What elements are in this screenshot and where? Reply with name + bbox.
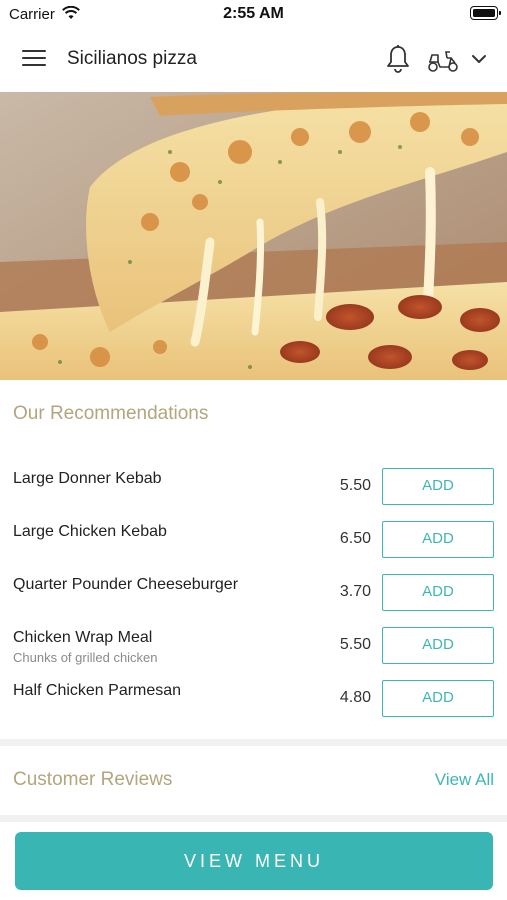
item-name: Large Chicken Kebab xyxy=(13,523,167,540)
item-name: Quarter Pounder Cheeseburger xyxy=(13,576,239,593)
recommendations-list: Large Donner Kebab 5.50 ADD Large Chicke… xyxy=(0,460,507,725)
bottom-bar: VIEW MENU xyxy=(0,822,507,900)
item-description: Chunks of grilled chicken xyxy=(13,650,158,665)
list-item: Quarter Pounder Cheeseburger 3.70 ADD xyxy=(0,566,507,619)
list-item: Chicken Wrap Meal Chunks of grilled chic… xyxy=(0,619,507,672)
hero-image xyxy=(0,92,507,380)
view-all-link[interactable]: View All xyxy=(435,770,494,790)
add-button[interactable]: ADD xyxy=(382,521,494,558)
recommendations-title: Our Recommendations xyxy=(13,403,209,424)
item-price: 6.50 xyxy=(339,530,371,547)
chevron-down-icon[interactable] xyxy=(470,50,488,68)
item-price: 3.70 xyxy=(339,583,371,600)
item-name: Half Chicken Parmesan xyxy=(13,682,182,699)
list-item: Half Chicken Parmesan 4.80 ADD xyxy=(0,672,507,725)
bell-icon[interactable] xyxy=(384,44,412,74)
add-button[interactable]: ADD xyxy=(382,468,494,505)
item-price: 5.50 xyxy=(339,477,371,494)
section-divider xyxy=(0,815,507,822)
add-button[interactable]: ADD xyxy=(382,574,494,611)
menu-icon[interactable] xyxy=(22,50,46,70)
section-divider xyxy=(0,739,507,746)
battery-icon xyxy=(470,6,501,20)
view-menu-button[interactable]: VIEW MENU xyxy=(15,832,493,890)
reviews-title: Customer Reviews xyxy=(13,769,173,790)
scooter-icon[interactable] xyxy=(426,46,460,74)
item-name: Chicken Wrap Meal xyxy=(13,629,153,646)
list-item: Large Chicken Kebab 6.50 ADD xyxy=(0,513,507,566)
item-price: 4.80 xyxy=(339,689,371,706)
app-header: Sicilianos pizza xyxy=(0,28,507,92)
item-name: Large Donner Kebab xyxy=(13,470,162,487)
list-item: Large Donner Kebab 5.50 ADD xyxy=(0,460,507,513)
item-price: 5.50 xyxy=(339,636,371,653)
page-title: Sicilianos pizza xyxy=(67,48,197,69)
add-button[interactable]: ADD xyxy=(382,680,494,717)
status-bar: Carrier 2:55 AM xyxy=(0,0,507,28)
status-time: 2:55 AM xyxy=(223,5,284,22)
add-button[interactable]: ADD xyxy=(382,627,494,664)
